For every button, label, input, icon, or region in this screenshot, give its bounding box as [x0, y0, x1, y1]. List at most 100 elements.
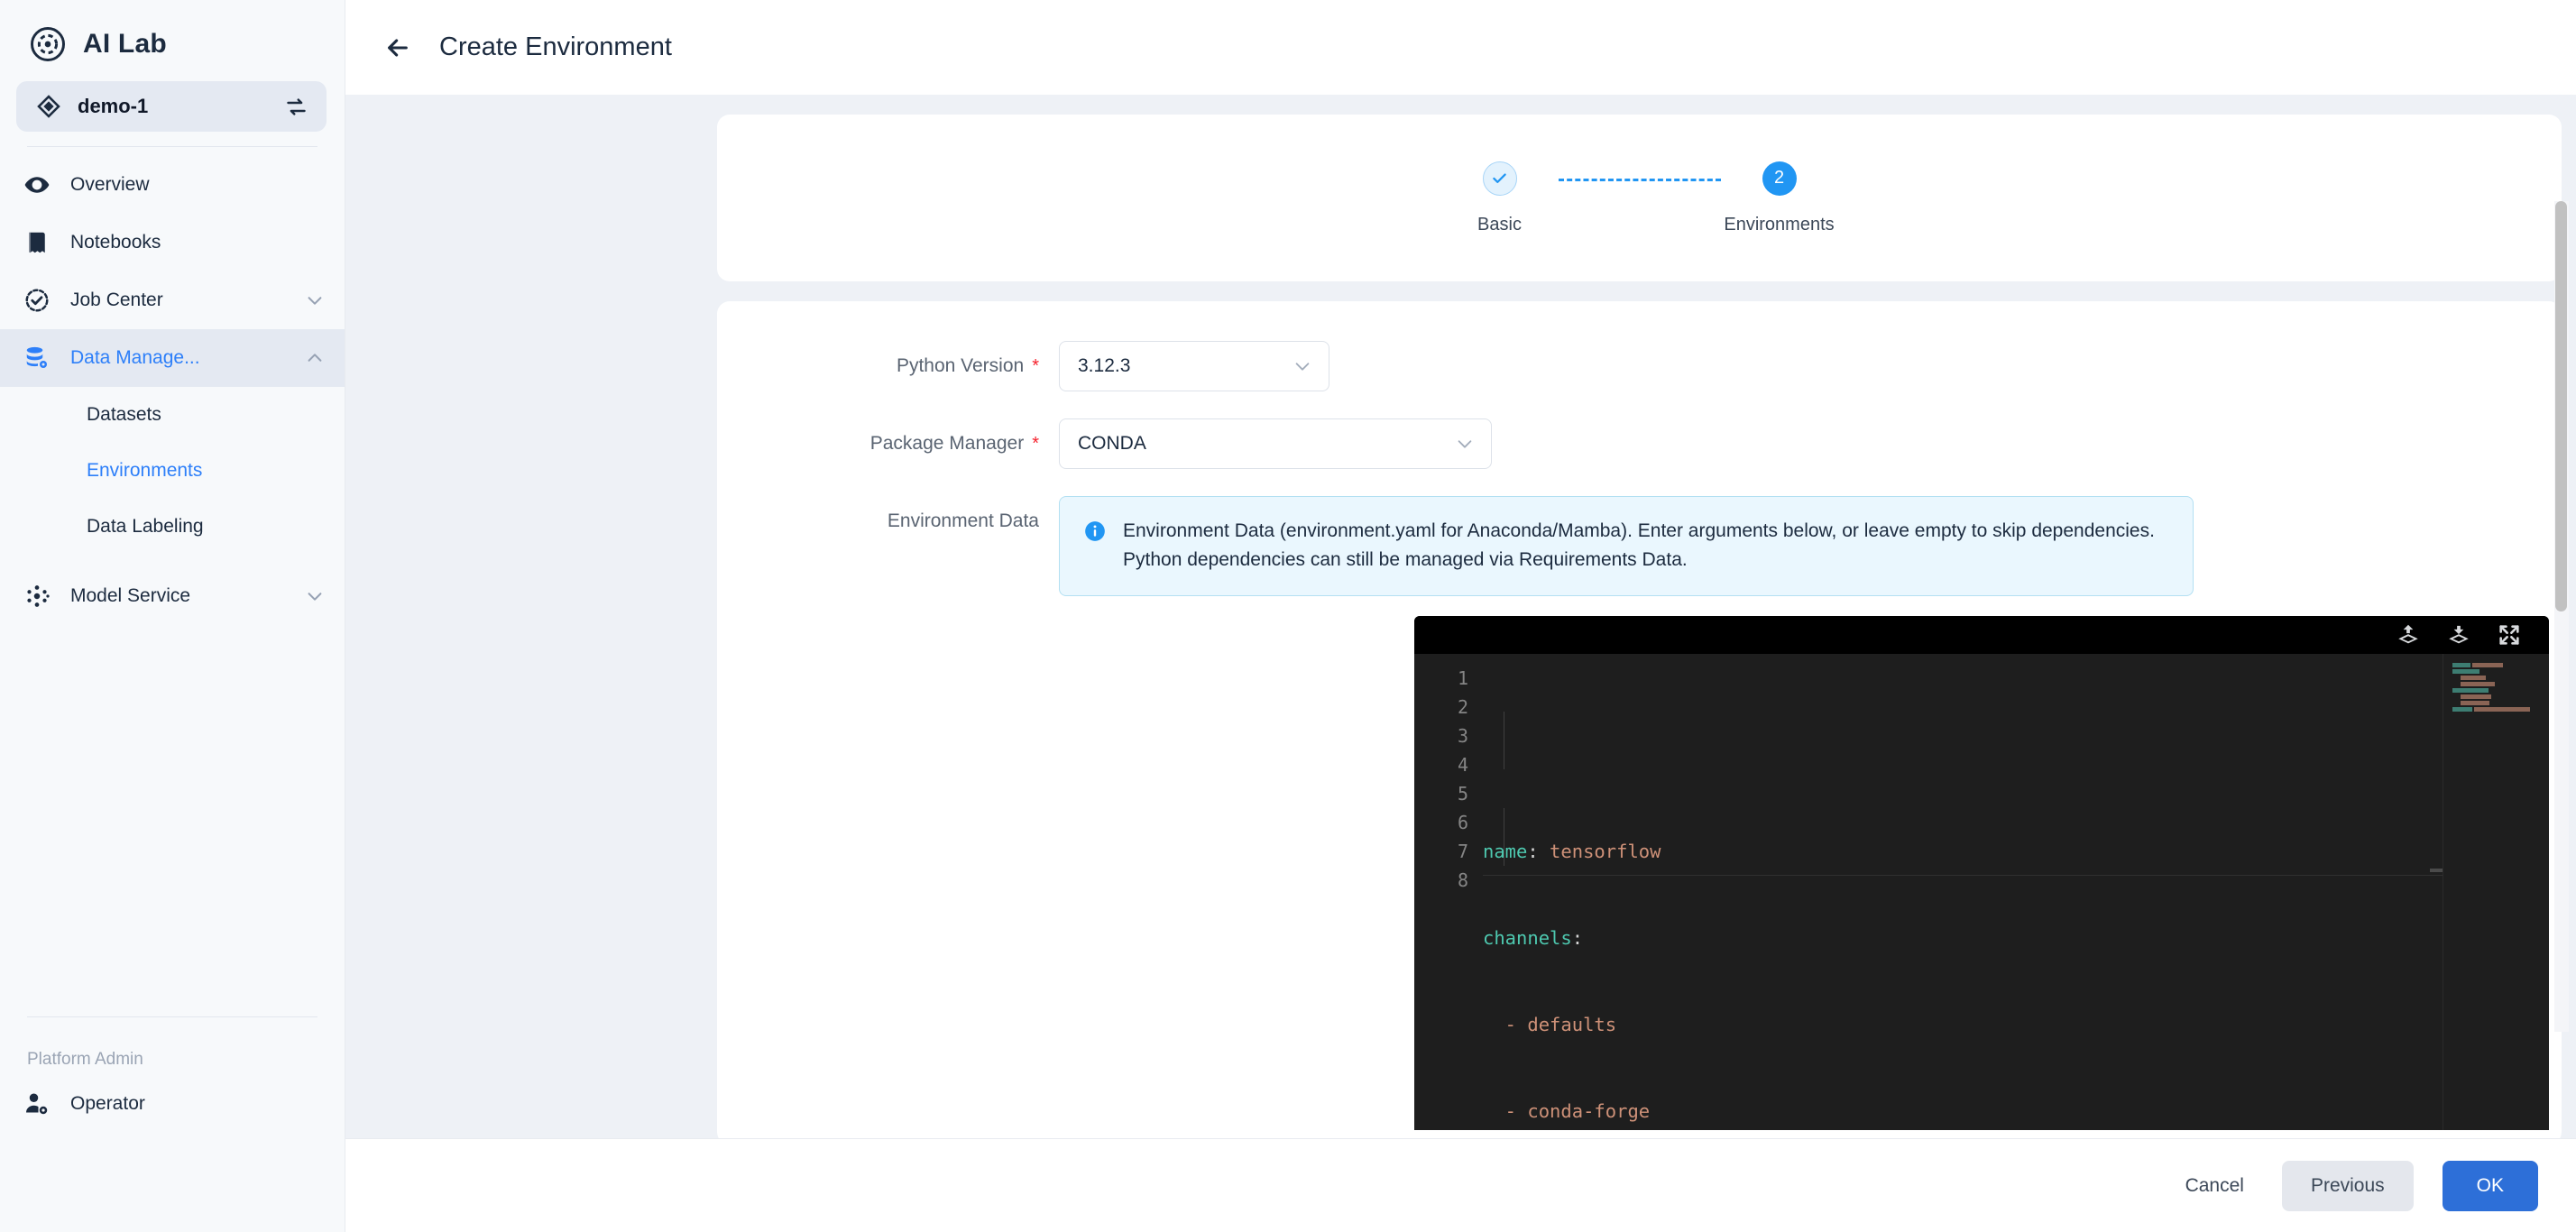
python-version-select[interactable]: 3.12.3 — [1059, 341, 1329, 391]
page-scrollbar-track[interactable] — [2554, 201, 2569, 1032]
minimap-line — [2452, 682, 2549, 686]
sidebar-subitem-label: Data Labeling — [87, 516, 204, 537]
stepper-card: Basic 2 Environments — [717, 115, 2562, 281]
label-text: Package Manager — [869, 433, 1025, 454]
sidebar-item-environments[interactable]: Environments — [0, 443, 345, 499]
line-number: 4 — [1457, 754, 1468, 776]
editor-body: 1 2 3 4 5 6 7 8 name: tensorflow channel… — [1414, 654, 2549, 1130]
download-icon[interactable] — [2446, 622, 2471, 648]
sidebar-nav: Overview Notebooks Job Center Data Manag… — [0, 156, 345, 625]
back-arrow-icon[interactable] — [383, 33, 412, 62]
switch-project-icon[interactable] — [284, 95, 308, 119]
sidebar-item-label: Overview — [70, 174, 150, 195]
yaml-value: - conda-forge — [1483, 1100, 1651, 1122]
form-row-package-manager: Package Manager * CONDA — [717, 418, 2562, 469]
page-scrollbar-thumb[interactable] — [2555, 201, 2567, 611]
yaml-value: - defaults — [1483, 1014, 1617, 1035]
package-manager-select[interactable]: CONDA — [1059, 418, 1492, 469]
app-root: AI Lab demo-1 Overview Notebooks Job Cen… — [0, 0, 2576, 1232]
project-icon — [36, 94, 61, 119]
sidebar-subitem-label: Environments — [87, 460, 203, 481]
operator-user-gear-icon — [23, 1090, 51, 1117]
line-number: 1 — [1457, 667, 1468, 689]
line-number: 2 — [1457, 696, 1468, 718]
page-title: Create Environment — [439, 32, 672, 61]
step-circle-active: 2 — [1762, 161, 1797, 196]
chevron-up-icon[interactable] — [305, 348, 325, 368]
sidebar-item-data-management[interactable]: Data Manage... — [0, 329, 345, 387]
editor-toolbar — [1414, 616, 2549, 654]
form-row-python-version: Python Version * 3.12.3 — [717, 341, 2562, 391]
code-line: - defaults — [1483, 1010, 2549, 1039]
minimap-line — [2452, 669, 2549, 674]
label-text: Python Version — [896, 355, 1025, 376]
step-label: Environments — [1724, 214, 1835, 234]
editor-minimap[interactable] — [2443, 654, 2549, 1130]
line-number: 5 — [1457, 783, 1468, 804]
info-circle-icon — [1083, 519, 1107, 543]
brand: AI Lab — [0, 0, 345, 61]
fullscreen-icon[interactable] — [2497, 622, 2522, 648]
content-scroll-area: Basic 2 Environments Python Version * 3.… — [345, 95, 2576, 1138]
code-line: - conda-forge — [1483, 1097, 2549, 1126]
topbar: Create Environment — [345, 0, 2576, 95]
sidebar-item-datasets[interactable]: Datasets — [0, 387, 345, 443]
project-name: demo-1 — [78, 95, 149, 117]
environment-data-info-text: Environment Data (environment.yaml for A… — [1123, 520, 2155, 570]
line-number: 7 — [1457, 841, 1468, 862]
sidebar-item-job-center[interactable]: Job Center — [0, 271, 345, 329]
step-basic[interactable]: Basic — [1441, 161, 1559, 235]
sidebar-item-notebooks[interactable]: Notebooks — [0, 214, 345, 271]
form-card: Python Version * 3.12.3 Package Manager — [717, 301, 2562, 1138]
yaml-punct: : — [1527, 841, 1539, 862]
chevron-down-icon[interactable] — [1455, 434, 1475, 454]
cancel-button[interactable]: Cancel — [2176, 1161, 2253, 1211]
current-line-underline — [1483, 875, 2443, 876]
atom-logo-icon — [29, 25, 67, 63]
upload-icon[interactable] — [2396, 622, 2421, 648]
step-environments[interactable]: 2 Environments — [1721, 161, 1838, 235]
sidebar-item-data-labeling[interactable]: Data Labeling — [0, 499, 345, 555]
eye-icon — [23, 171, 51, 198]
stepper: Basic 2 Environments — [717, 115, 2562, 281]
chevron-down-icon[interactable] — [1293, 356, 1312, 376]
chevron-down-icon[interactable] — [305, 586, 325, 606]
yaml-key: name — [1483, 841, 1528, 862]
line-number: 3 — [1457, 725, 1468, 747]
step-label: Basic — [1477, 214, 1522, 234]
required-mark: * — [1032, 356, 1039, 376]
code-line: name: tensorflow — [1483, 837, 2549, 866]
editor-line-numbers: 1 2 3 4 5 6 7 8 — [1414, 654, 1483, 1130]
previous-button[interactable]: Previous — [2281, 1160, 2414, 1211]
sidebar-item-operator[interactable]: Operator — [0, 1075, 345, 1133]
environment-data-label: Environment Data — [887, 510, 1039, 531]
job-check-icon — [23, 287, 51, 314]
sidebar-item-label: Notebooks — [70, 232, 161, 253]
line-number: 8 — [1457, 869, 1468, 891]
minimap-line — [2452, 676, 2549, 680]
package-manager-label: Package Manager * — [717, 418, 1039, 469]
sidebar-item-label: Operator — [70, 1093, 145, 1114]
sidebar-subitem-label: Datasets — [87, 404, 161, 425]
main-area: Create Environment Basic 2 Environments … — [345, 0, 2576, 1232]
project-selector[interactable]: demo-1 — [16, 81, 327, 132]
editor-vertical-scrollbar[interactable] — [2430, 869, 2443, 872]
ok-button[interactable]: OK — [2442, 1160, 2538, 1211]
sidebar-item-model-service[interactable]: Model Service — [0, 567, 345, 625]
minimap-line — [2452, 688, 2549, 693]
yaml-punct: : — [1571, 927, 1584, 949]
sidebar-item-label: Job Center — [70, 290, 163, 310]
form-row-environment-data: Environment Data Environment Data (envir… — [717, 496, 2562, 596]
sidebar-item-overview[interactable]: Overview — [0, 156, 345, 214]
required-mark: * — [1032, 434, 1039, 454]
step-circle-done — [1482, 161, 1517, 196]
environment-yaml-editor[interactable]: 1 2 3 4 5 6 7 8 name: tensorflow channel… — [1414, 616, 2549, 1130]
sidebar-item-label: Model Service — [70, 585, 191, 606]
sidebar-admin-section: Platform Admin Operator — [0, 1016, 345, 1232]
database-gear-icon — [23, 345, 51, 372]
python-version-value: 3.12.3 — [1078, 355, 1131, 376]
editor-code[interactable]: name: tensorflow channels: - defaults - … — [1483, 654, 2549, 1130]
package-manager-value: CONDA — [1078, 433, 1146, 454]
chevron-down-icon[interactable] — [305, 290, 325, 310]
stepper-steps: Basic 2 Environments — [1441, 161, 1838, 235]
